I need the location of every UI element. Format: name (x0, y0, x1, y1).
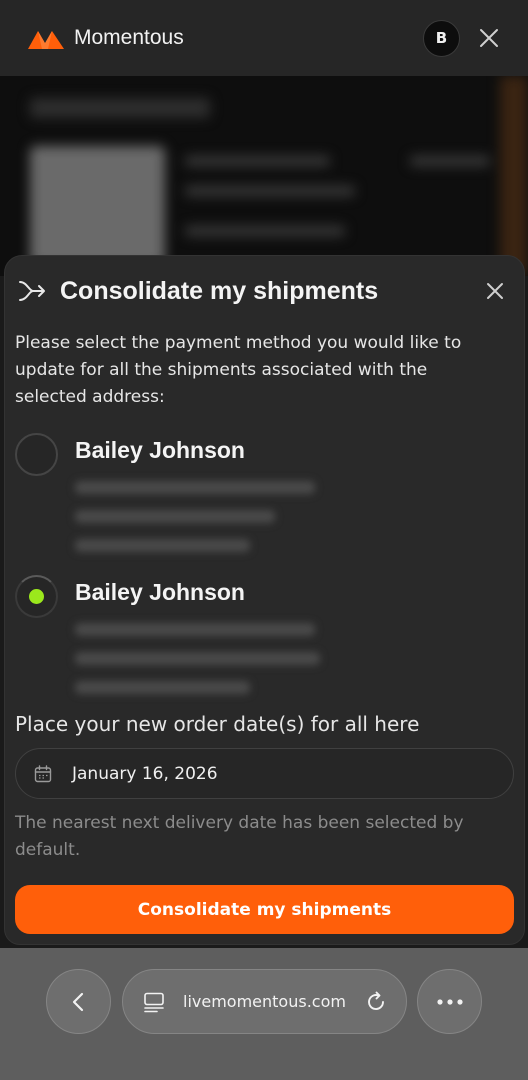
address-radio-selected[interactable] (15, 575, 58, 618)
address-radio[interactable] (15, 433, 58, 476)
order-date-field[interactable]: January 16, 2026 (15, 748, 514, 799)
order-date-value: January 16, 2026 (72, 763, 218, 784)
modal-instruction: Please select the payment method you wou… (15, 333, 462, 407)
consolidate-modal: Consolidate my shipments Please select t… (4, 255, 525, 945)
date-label: Place your new order date(s) for all her… (15, 712, 420, 736)
address-name: Bailey Johnson (75, 579, 245, 605)
address-option[interactable]: Bailey Johnson (15, 433, 495, 563)
close-icon[interactable] (478, 27, 500, 49)
date-helper-text: The nearest next delivery date has been … (15, 813, 464, 860)
modal-title: Consolidate my shipments (60, 276, 379, 305)
modal-header: Consolidate my shipments (17, 276, 506, 306)
calendar-icon (34, 764, 52, 782)
back-icon (72, 992, 83, 1011)
browser-toolbar: livemomentous.com (0, 948, 528, 1080)
user-avatar[interactable]: B (423, 19, 460, 57)
address-bar[interactable]: livemomentous.com (122, 969, 407, 1034)
url-text: livemomentous.com (183, 992, 346, 1011)
browser-more-button[interactable] (417, 969, 482, 1034)
modal-close-icon[interactable] (484, 280, 506, 302)
background-page (0, 76, 528, 276)
merge-arrow-icon (19, 281, 45, 301)
tabs-icon[interactable] (143, 991, 165, 1013)
radio-selected-dot (29, 589, 44, 604)
momentous-logo (28, 31, 64, 49)
brand-name: Momentous (74, 26, 184, 49)
more-icon (436, 998, 463, 1005)
address-name: Bailey Johnson (75, 437, 245, 463)
address-option-selected[interactable]: Bailey Johnson (15, 575, 495, 705)
app-header: Momentous B (0, 0, 528, 76)
consolidate-button[interactable]: Consolidate my shipments (15, 885, 514, 934)
reload-icon[interactable] (364, 990, 388, 1014)
browser-back-button[interactable] (46, 969, 111, 1034)
